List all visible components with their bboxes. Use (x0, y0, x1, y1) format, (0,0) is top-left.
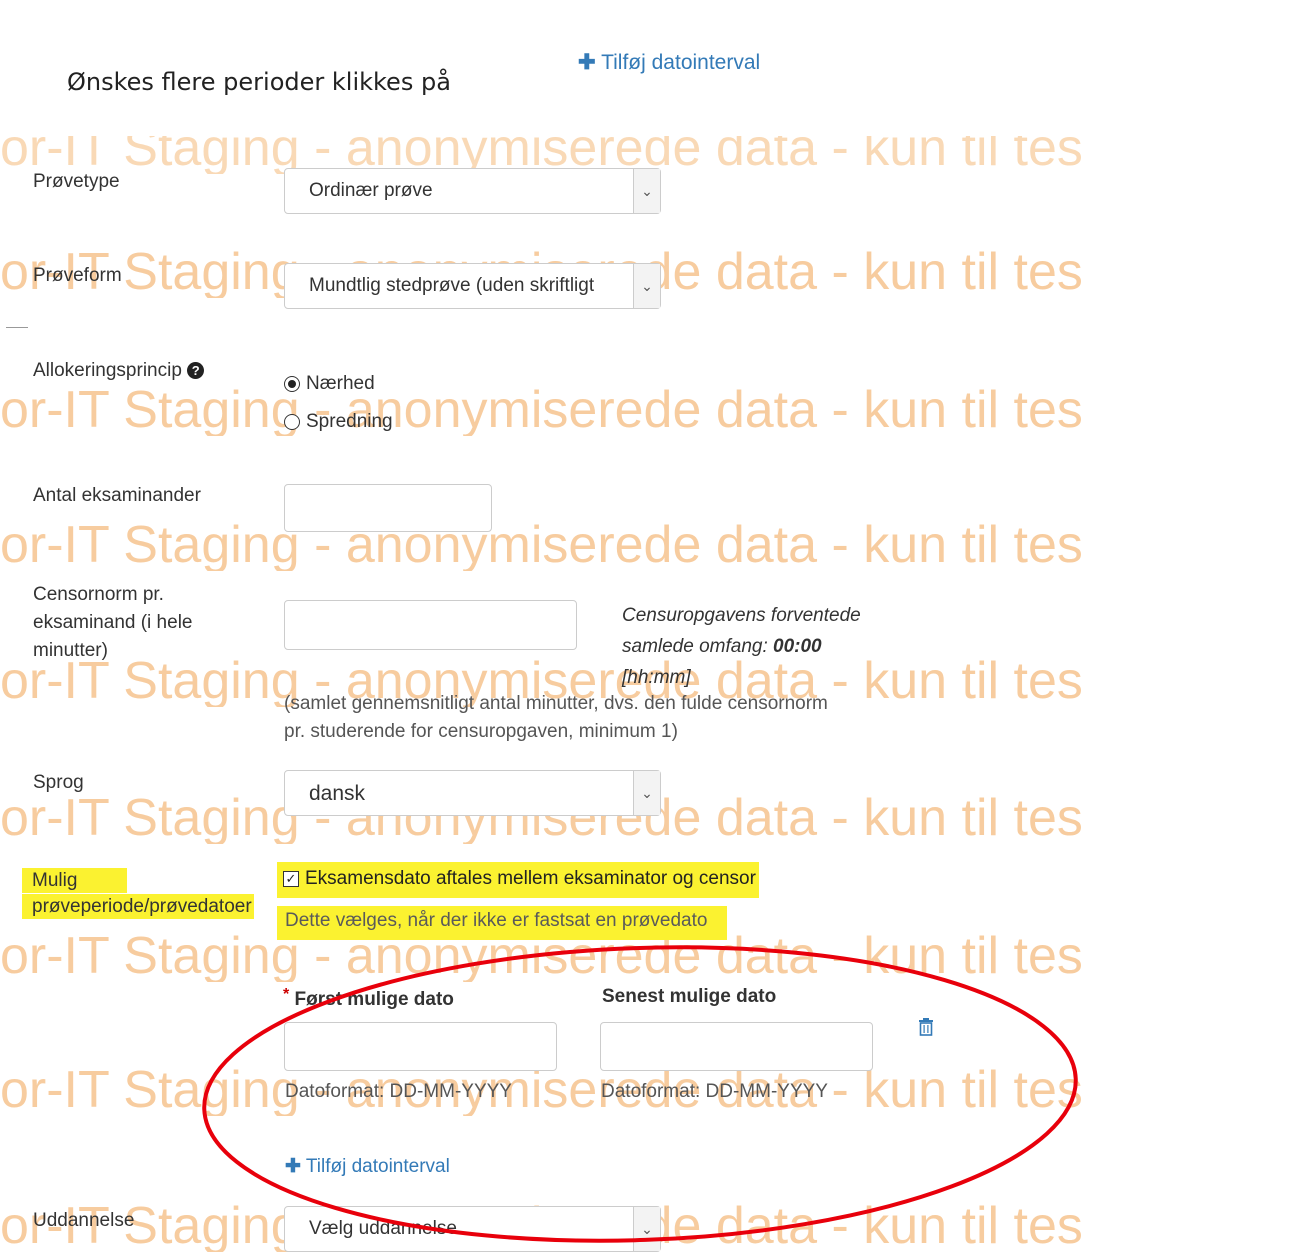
provetype-select[interactable]: Ordinær prøve ⌄ (284, 168, 661, 214)
checkbox-label: Eksamensdato aftales mellem eksaminator … (305, 868, 756, 889)
last-date-input[interactable] (600, 1022, 873, 1071)
info-line: Censuropgavens forventede (622, 605, 861, 626)
sprog-value: dansk (309, 782, 366, 805)
hint-text: Dette vælges, når der ikke er fastsat en… (277, 906, 728, 940)
radio-label: Spredning (306, 411, 393, 432)
last-date-format: Datoformat: DD-MM-YYYY (601, 1081, 828, 1102)
last-date-label: Senest mulige dato (602, 986, 777, 1007)
radio-option-naerhed[interactable]: Nærhed (284, 373, 375, 395)
info-value: 00:00 (773, 636, 822, 657)
add-interval-link-top[interactable]: ✚ Tilføj datointerval (578, 50, 760, 75)
info-line: samlede omfang: (622, 636, 774, 657)
censornorm-label-line: eksaminand (i hele (33, 612, 193, 633)
instruction-text: Ønskes flere perioder klikkes på (67, 68, 451, 96)
chevron-down-icon: ⌄ (633, 1207, 660, 1251)
chevron-down-icon: ⌄ (633, 771, 660, 815)
proveform-select[interactable]: Mundtlig stedprøve (uden skriftligt ⌄ (284, 263, 661, 309)
trash-icon[interactable] (918, 1018, 934, 1041)
checkbox-checked-icon: ✓ (283, 870, 299, 887)
periode-label-line: Mulig (22, 868, 128, 893)
plus-icon: ✚ (578, 51, 596, 74)
censornorm-input[interactable] (284, 600, 577, 650)
divider (6, 327, 28, 328)
chevron-down-icon: ⌄ (633, 169, 660, 213)
info-line: [hh:mm] (622, 667, 691, 688)
periode-label: Mulig prøveperiode/prøvedatoer (22, 868, 254, 920)
uddannelse-select[interactable]: Vælg uddannelse ⌄ (284, 1206, 661, 1252)
add-interval-label: Tilføj datointerval (305, 1156, 450, 1177)
help-line: (samlet gennemsnitligt antal minutter, d… (284, 693, 828, 714)
radio-selected-icon (284, 375, 300, 392)
proveform-value: Mundtlig stedprøve (uden skriftligt (309, 275, 595, 296)
periode-label-line: prøveperiode/prøvedatoer (22, 894, 254, 919)
first-date-label: * Først mulige dato (283, 986, 454, 1011)
censornorm-label-line: minutter) (33, 640, 108, 661)
censornorm-info: Censuropgavens forventede samlede omfang… (622, 600, 861, 693)
help-line: pr. studerende for censuropgaven, minimu… (284, 721, 678, 742)
antal-input[interactable] (284, 484, 492, 532)
antal-label: Antal eksaminander (33, 485, 201, 506)
censornorm-help: (samlet gennemsnitligt antal minutter, d… (284, 690, 828, 746)
chevron-down-icon: ⌄ (633, 264, 660, 308)
allokering-label: Allokeringsprincip ? (33, 358, 205, 384)
uddannelse-label: Uddannelse (33, 1210, 135, 1231)
required-mark: * (283, 986, 290, 1003)
sprog-select[interactable]: dansk ⌄ (284, 770, 661, 816)
help-icon[interactable]: ? (187, 362, 205, 379)
censornorm-label: Censornorm pr. eksaminand (i hele minutt… (33, 581, 192, 665)
add-interval-label: Tilføj datointerval (601, 51, 761, 74)
plus-icon: ✚ (285, 1156, 301, 1177)
allokering-label-text: Allokeringsprincip (33, 360, 182, 381)
periode-hint: Dette vælges, når der ikke er fastsat en… (277, 906, 728, 940)
first-date-input[interactable] (284, 1022, 557, 1071)
uddannelse-value: Vælg uddannelse (309, 1218, 457, 1239)
first-date-label-text: Først mulige dato (294, 989, 454, 1010)
sprog-label: Sprog (33, 772, 84, 793)
provetype-value: Ordinær prøve (309, 180, 433, 201)
watermark-line: or-IT Staging - anonymiserede data - kun… (0, 122, 1083, 174)
provetype-label: Prøvetype (33, 171, 120, 192)
radio-empty-icon (284, 413, 300, 430)
radio-label: Nærhed (306, 373, 375, 394)
proveform-label: Prøveform (33, 265, 122, 286)
radio-option-spredning[interactable]: Spredning (284, 411, 393, 433)
censornorm-label-line: Censornorm pr. (33, 584, 164, 605)
watermark-line: or-IT Staging - anonymiserede data - kun… (0, 384, 1083, 436)
first-date-format: Datoformat: DD-MM-YYYY (285, 1081, 512, 1102)
watermark-line: or-IT Staging - anonymiserede data - kun… (0, 519, 1083, 571)
add-interval-link[interactable]: ✚ Tilføj datointerval (285, 1155, 450, 1178)
periode-checkbox-row[interactable]: ✓ Eksamensdato aftales mellem eksaminator… (277, 862, 759, 898)
